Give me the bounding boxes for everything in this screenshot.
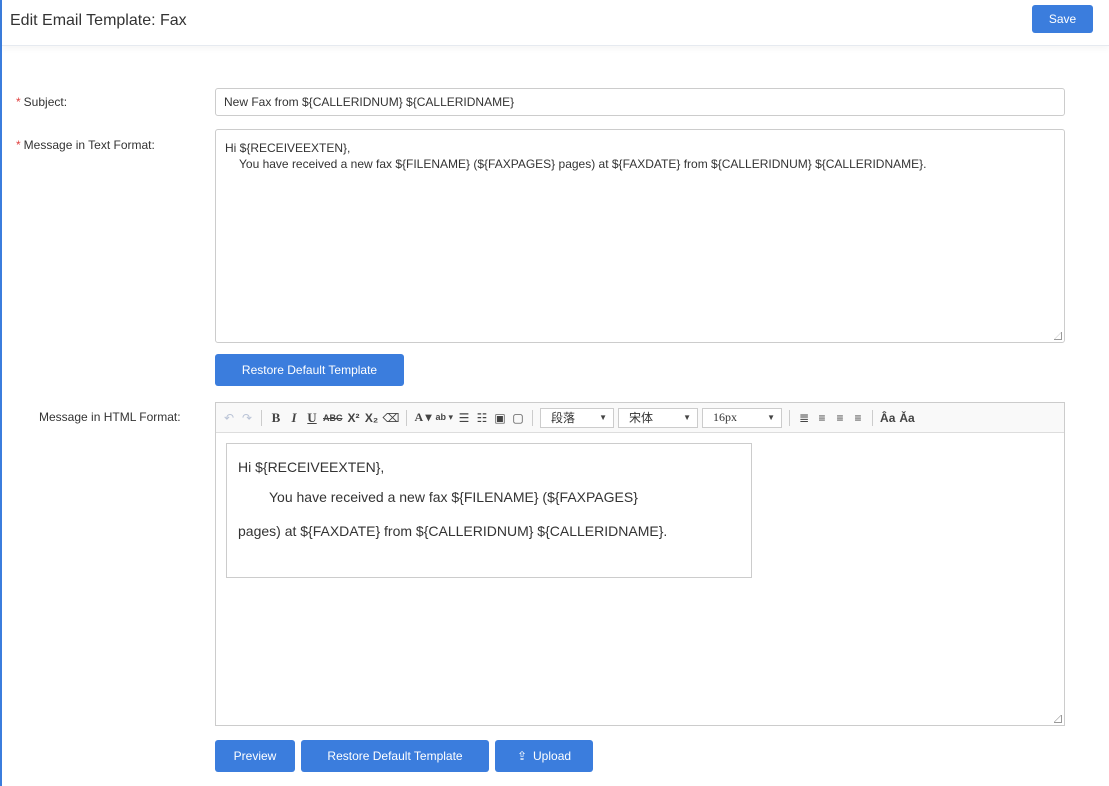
page-icon[interactable]: ▢ — [511, 409, 525, 427]
toolbar-separator — [532, 409, 534, 426]
eraser-icon[interactable]: ⌫ — [383, 409, 400, 427]
redo-icon[interactable]: ↷ — [240, 409, 254, 427]
html-editor: ↶ ↷ B I U ABC X² X₂ ⌫ A ▾ ab ▾ ☰ ☷ ▣ ▢ 段… — [215, 402, 1065, 726]
subject-label: * Subject: — [16, 95, 68, 109]
html-editor-content[interactable]: Hi ${RECEIVEEXTEN}, You have received a … — [226, 443, 752, 578]
upload-button[interactable]: ⇪ Upload — [495, 740, 593, 772]
restore-html-template-button[interactable]: Restore Default Template — [301, 740, 489, 772]
toolbar-separator — [406, 409, 408, 426]
font-family-select[interactable]: 宋体 ▼ — [618, 407, 699, 428]
editor-line: You have received a new fax ${FILENAME} … — [269, 489, 638, 505]
chevron-down-icon: ▼ — [683, 413, 692, 422]
ordered-list-icon[interactable]: ☰ — [457, 409, 471, 427]
align-right-icon[interactable]: ≡ — [851, 409, 865, 427]
paragraph-select[interactable]: 段落 ▼ — [540, 407, 615, 428]
toolbar-separator — [872, 409, 874, 426]
text-line: Hi ${RECEIVEEXTEN}, — [225, 141, 351, 155]
resize-handle-icon[interactable] — [1054, 332, 1062, 340]
undo-icon[interactable]: ↶ — [222, 409, 236, 427]
save-button[interactable]: Save — [1032, 5, 1093, 33]
resize-handle-icon[interactable] — [1054, 715, 1062, 723]
restore-text-template-button[interactable]: Restore Default Template — [215, 354, 404, 386]
chevron-down-icon: ▼ — [767, 413, 776, 422]
editor-line: Hi ${RECEIVEEXTEN}, — [238, 459, 385, 475]
editor-line: pages) at ${FAXDATE} from ${CALLERIDNUM}… — [238, 523, 668, 539]
upload-icon: ⇪ — [516, 749, 528, 763]
toolbar-separator — [789, 409, 791, 426]
highlight-icon[interactable]: ab ▾ — [436, 409, 454, 427]
required-marker: * — [16, 138, 21, 152]
unordered-list-icon[interactable]: ☷ — [475, 409, 489, 427]
text-line: You have received a new fax ${FILENAME} … — [239, 157, 927, 171]
align-center-icon[interactable]: ≡ — [833, 409, 847, 427]
insert-code-icon[interactable]: ▣ — [493, 409, 507, 427]
page-title: Edit Email Template: Fax — [10, 12, 187, 29]
font-color-icon[interactable]: A ▾ — [414, 409, 431, 427]
preview-button[interactable]: Preview — [215, 740, 295, 772]
strikethrough-icon[interactable]: ABC — [323, 409, 343, 427]
page-header: Edit Email Template: Fax Save — [2, 0, 1109, 46]
editor-toolbar: ↶ ↷ B I U ABC X² X₂ ⌫ A ▾ ab ▾ ☰ ☷ ▣ ▢ 段… — [216, 403, 1064, 433]
font-increase-icon[interactable]: Âa — [880, 409, 895, 427]
align-left-icon[interactable]: ≡ — [815, 409, 829, 427]
subject-input[interactable]: New Fax from ${CALLERIDNUM} ${CALLERIDNA… — [215, 88, 1065, 116]
html-format-label: Message in HTML Format: — [39, 410, 181, 424]
subscript-icon[interactable]: X₂ — [365, 409, 379, 427]
text-format-label: * Message in Text Format: — [16, 138, 155, 152]
font-size-select[interactable]: 16px ▼ — [702, 407, 783, 428]
text-format-textarea[interactable]: Hi ${RECEIVEEXTEN}, You have received a … — [215, 129, 1065, 343]
toolbar-separator — [261, 409, 262, 426]
superscript-icon[interactable]: X² — [347, 409, 361, 427]
chevron-down-icon: ▼ — [599, 413, 608, 422]
bold-icon[interactable]: B — [269, 409, 283, 427]
font-decrease-icon[interactable]: Ǎa — [899, 409, 914, 427]
required-marker: * — [16, 95, 21, 109]
italic-icon[interactable]: I — [287, 409, 301, 427]
underline-icon[interactable]: U — [305, 409, 319, 427]
align-justify-icon[interactable]: ≣ — [797, 409, 811, 427]
